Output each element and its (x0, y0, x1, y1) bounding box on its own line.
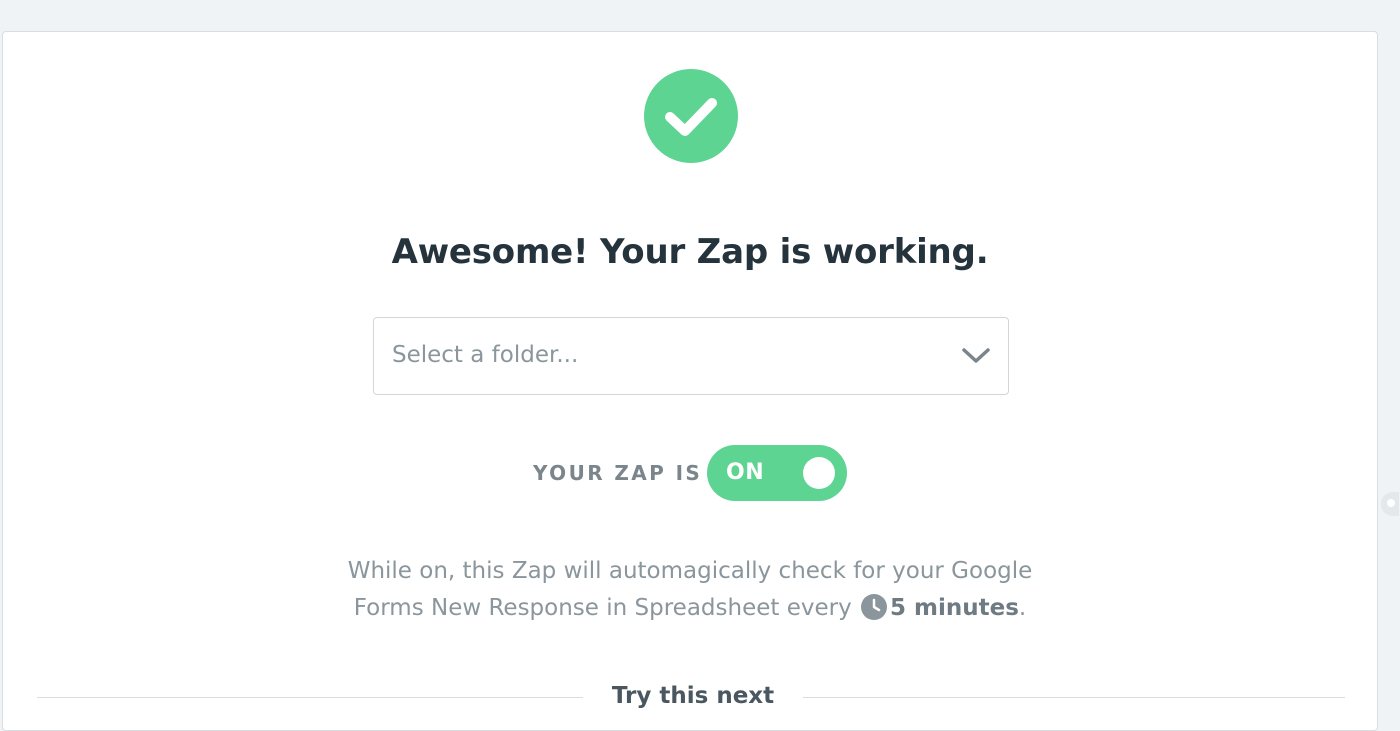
success-check-icon (644, 69, 738, 163)
divider-line-right (803, 697, 1345, 698)
try-next-heading: Try this next (611, 683, 775, 709)
zap-success-card: Awesome! Your Zap is working. Select a f… (2, 31, 1378, 731)
polling-description: While on, this Zap will automagically ch… (3, 553, 1377, 627)
zap-status-label: YOUR ZAP IS (533, 461, 703, 485)
folder-select[interactable]: Select a folder... (373, 317, 1009, 395)
folder-select-placeholder: Select a folder... (392, 342, 579, 368)
chevron-down-icon (962, 348, 990, 363)
description-suffix: . (1018, 595, 1027, 621)
try-next-divider: Try this next (37, 680, 1345, 720)
polling-interval: 5 minutes (890, 595, 1019, 621)
page-title: Awesome! Your Zap is working. (391, 232, 989, 272)
description-line-1: While on, this Zap will automagically ch… (347, 558, 1033, 584)
toggle-state-text: ON (726, 460, 765, 485)
toggle-knob (803, 457, 835, 489)
divider-line-left (37, 697, 583, 698)
clock-icon (861, 594, 888, 620)
description-line-2: Forms New Response in Spreadsheet every (353, 595, 852, 621)
zap-on-toggle[interactable]: ON (707, 445, 847, 501)
side-panel-handle[interactable] (1381, 492, 1399, 516)
